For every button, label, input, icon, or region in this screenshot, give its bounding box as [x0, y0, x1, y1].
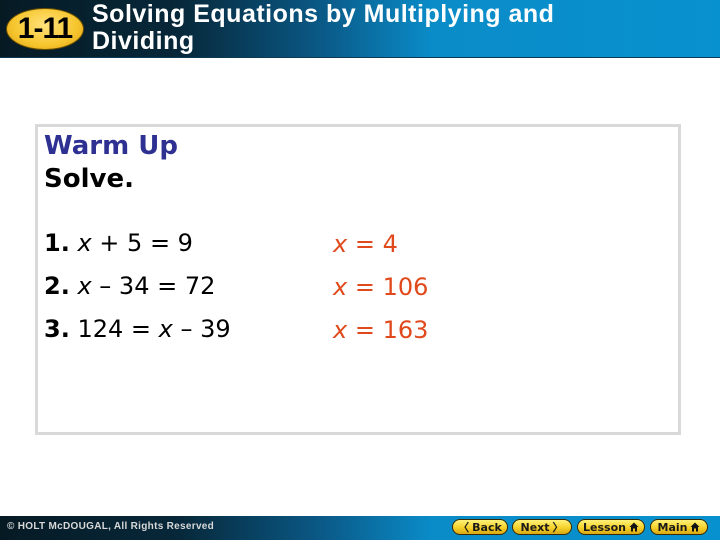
next-label: Next	[520, 520, 550, 534]
warm-up-heading: Warm Up	[44, 131, 178, 161]
problem-text: – 39	[172, 315, 231, 343]
problem-prefix: 124 =	[69, 315, 159, 343]
problem-number: 2.	[44, 272, 70, 300]
problem-3: 3. 124 = x – 39	[44, 314, 231, 344]
title-line-1: Solving Equations by Multiplying and	[92, 0, 555, 28]
solve-instruction: Solve.	[44, 164, 134, 194]
variable: x	[158, 315, 173, 343]
answer-variable: x	[333, 230, 348, 258]
answer-3: x = 163	[333, 315, 428, 345]
title-line-2: Dividing	[92, 27, 195, 55]
answer-text: = 4	[347, 230, 398, 258]
chevron-right-icon: 〉	[552, 521, 564, 534]
variable: x	[77, 272, 92, 300]
slide-header: 1-11 Solving Equations by Multiplying an…	[0, 0, 720, 58]
answer-text: = 106	[347, 273, 429, 301]
back-button[interactable]: 〈 Back	[452, 519, 508, 535]
copyright-text: © HOLT McDOUGAL, All Rights Reserved	[7, 521, 215, 532]
main-label: Main	[657, 520, 688, 534]
variable: x	[77, 229, 92, 257]
problem-number: 1.	[44, 229, 70, 257]
slide-title: Solving Equations by Multiplying and Div…	[92, 1, 554, 55]
answer-1: x = 4	[333, 229, 398, 259]
lesson-number-badge: 1-11	[6, 8, 84, 50]
problem-1: 1. x + 5 = 9	[44, 228, 193, 258]
problem-text: – 34 = 72	[91, 272, 216, 300]
answer-text: = 163	[347, 316, 429, 344]
next-button[interactable]: Next 〉	[512, 519, 572, 535]
main-button[interactable]: Main	[650, 519, 708, 535]
home-icon	[629, 522, 639, 532]
home-icon	[690, 522, 700, 532]
problem-2: 2. x – 34 = 72	[44, 271, 215, 301]
answer-variable: x	[333, 316, 348, 344]
back-label: Back	[472, 520, 502, 534]
chevron-left-icon: 〈	[458, 521, 470, 534]
slide-footer: © HOLT McDOUGAL, All Rights Reserved 〈 B…	[0, 516, 720, 540]
answer-variable: x	[333, 273, 348, 301]
lesson-label: Lesson	[583, 520, 626, 534]
lesson-button[interactable]: Lesson	[577, 519, 645, 535]
problem-text: + 5 = 9	[91, 229, 193, 257]
problem-number: 3.	[44, 315, 70, 343]
answer-2: x = 106	[333, 272, 428, 302]
